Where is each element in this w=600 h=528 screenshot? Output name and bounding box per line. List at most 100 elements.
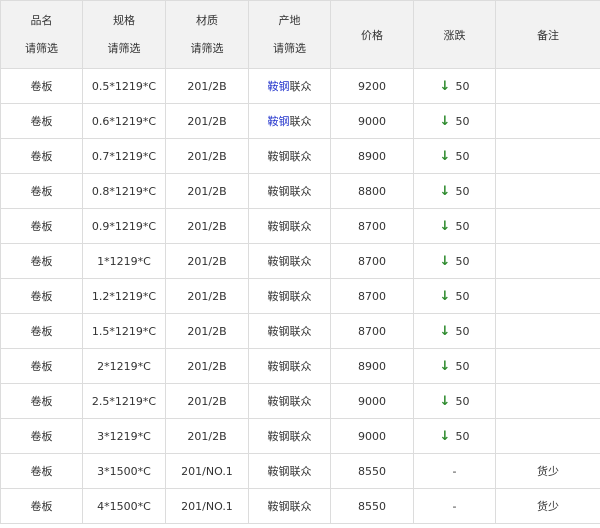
cell-origin: 鞍钢联众 <box>248 348 331 384</box>
cell-material: 201/2B <box>165 243 249 279</box>
cell-note <box>495 418 600 454</box>
cell-price: 8900 <box>330 138 414 174</box>
table-row: 卷板 0.5*1219*C 201/2B 鞍钢联众 9200 ↓ 50 <box>0 68 600 104</box>
cell-note: 货少 <box>495 488 600 524</box>
cell-change: ↓ 50 <box>413 418 496 454</box>
header-note: 备注 <box>495 0 600 69</box>
cell-change: ↓ 50 <box>413 173 496 209</box>
arrow-down-icon: ↓ <box>439 113 451 129</box>
cell-origin: 鞍钢联众 <box>248 418 331 454</box>
cell-material: 201/2B <box>165 103 249 139</box>
origin-link[interactable]: 鞍钢联众 <box>268 80 312 93</box>
header-change: 涨跌 <box>413 0 496 69</box>
material-filter-select[interactable]: 请筛选 <box>166 40 248 57</box>
table-row: 卷板 1.2*1219*C 201/2B 鞍钢联众 8700 ↓ 50 <box>0 278 600 314</box>
cell-note: 货少 <box>495 453 600 489</box>
cell-price: 8700 <box>330 278 414 314</box>
cell-name: 卷板 <box>0 68 83 104</box>
cell-price: 9000 <box>330 418 414 454</box>
cell-spec: 0.9*1219*C <box>82 208 166 244</box>
cell-spec: 3*1500*C <box>82 453 166 489</box>
arrow-down-icon: ↓ <box>439 148 451 164</box>
header-origin-label: 产地 <box>278 14 301 27</box>
header-spec-label: 规格 <box>113 14 135 27</box>
cell-change: - <box>413 488 496 524</box>
origin-link-part[interactable]: 鞍钢 <box>268 115 290 128</box>
cell-spec: 0.7*1219*C <box>82 138 166 174</box>
cell-material: 201/2B <box>165 348 249 384</box>
name-filter-select[interactable]: 请筛选 <box>1 40 82 57</box>
cell-spec: 0.8*1219*C <box>82 173 166 209</box>
cell-material: 201/2B <box>165 383 249 419</box>
cell-note <box>495 138 600 174</box>
cell-material: 201/2B <box>165 138 249 174</box>
header-material-label: 材质 <box>196 14 218 27</box>
cell-spec: 0.6*1219*C <box>82 103 166 139</box>
cell-origin: 鞍钢联众 <box>248 243 331 279</box>
cell-name: 卷板 <box>0 278 83 314</box>
cell-name: 卷板 <box>0 208 83 244</box>
arrow-down-icon: ↓ <box>439 358 451 374</box>
arrow-down-icon: ↓ <box>439 218 451 234</box>
cell-name: 卷板 <box>0 453 83 489</box>
cell-spec: 2*1219*C <box>82 348 166 384</box>
cell-origin: 鞍钢联众 <box>248 488 331 524</box>
cell-change: ↓ 50 <box>413 103 496 139</box>
cell-price: 8700 <box>330 208 414 244</box>
cell-spec: 0.5*1219*C <box>82 68 166 104</box>
cell-spec: 1.5*1219*C <box>82 313 166 349</box>
cell-material: 201/2B <box>165 68 249 104</box>
change-value: - <box>452 464 457 478</box>
cell-origin: 鞍钢联众 <box>248 383 331 419</box>
cell-name: 卷板 <box>0 103 83 139</box>
origin-filter-select[interactable]: 请筛选 <box>249 40 330 57</box>
change-value: 50 <box>455 359 470 373</box>
table-row: 卷板 1*1219*C 201/2B 鞍钢联众 8700 ↓ 50 <box>0 243 600 279</box>
table-row: 卷板 3*1219*C 201/2B 鞍钢联众 9000 ↓ 50 <box>0 418 600 454</box>
header-material: 材质 请筛选 <box>165 0 249 69</box>
origin-link-part[interactable]: 鞍钢 <box>268 80 290 93</box>
cell-note <box>495 173 600 209</box>
cell-price: 9000 <box>330 103 414 139</box>
cell-change: ↓ 50 <box>413 208 496 244</box>
table-row: 卷板 2.5*1219*C 201/2B 鞍钢联众 9000 ↓ 50 <box>0 383 600 419</box>
cell-change: ↓ 50 <box>413 278 496 314</box>
cell-name: 卷板 <box>0 383 83 419</box>
cell-origin: 鞍钢联众 <box>248 208 331 244</box>
header-spec: 规格 请筛选 <box>82 0 166 69</box>
spec-filter-select[interactable]: 请筛选 <box>83 40 165 57</box>
cell-note <box>495 68 600 104</box>
cell-price: 9200 <box>330 68 414 104</box>
cell-note <box>495 383 600 419</box>
cell-spec: 1.2*1219*C <box>82 278 166 314</box>
cell-spec: 2.5*1219*C <box>82 383 166 419</box>
cell-note <box>495 278 600 314</box>
change-value: 50 <box>455 184 470 198</box>
change-value: 50 <box>455 219 470 233</box>
change-value: - <box>452 499 457 513</box>
origin-link[interactable]: 鞍钢联众 <box>268 115 312 128</box>
cell-origin: 鞍钢联众 <box>248 278 331 314</box>
cell-origin: 鞍钢联众 <box>248 138 331 174</box>
arrow-down-icon: ↓ <box>439 288 451 304</box>
change-value: 50 <box>455 394 470 408</box>
cell-name: 卷板 <box>0 313 83 349</box>
cell-change: ↓ 50 <box>413 383 496 419</box>
arrow-down-icon: ↓ <box>439 253 451 269</box>
cell-material: 201/NO.1 <box>165 488 249 524</box>
arrow-down-icon: ↓ <box>439 428 451 444</box>
cell-material: 201/2B <box>165 173 249 209</box>
origin-rest: 联众 <box>289 80 312 93</box>
cell-origin[interactable]: 鞍钢联众 <box>248 103 331 139</box>
table-row: 卷板 2*1219*C 201/2B 鞍钢联众 8900 ↓ 50 <box>0 348 600 384</box>
table-row: 卷板 1.5*1219*C 201/2B 鞍钢联众 8700 ↓ 50 <box>0 313 600 349</box>
table-row: 卷板 0.8*1219*C 201/2B 鞍钢联众 8800 ↓ 50 <box>0 173 600 209</box>
cell-note <box>495 103 600 139</box>
table-row: 卷板 0.9*1219*C 201/2B 鞍钢联众 8700 ↓ 50 <box>0 208 600 244</box>
cell-material: 201/NO.1 <box>165 453 249 489</box>
cell-origin[interactable]: 鞍钢联众 <box>248 68 331 104</box>
cell-name: 卷板 <box>0 348 83 384</box>
cell-price: 8800 <box>330 173 414 209</box>
arrow-down-icon: ↓ <box>439 323 451 339</box>
arrow-down-icon: ↓ <box>439 183 451 199</box>
